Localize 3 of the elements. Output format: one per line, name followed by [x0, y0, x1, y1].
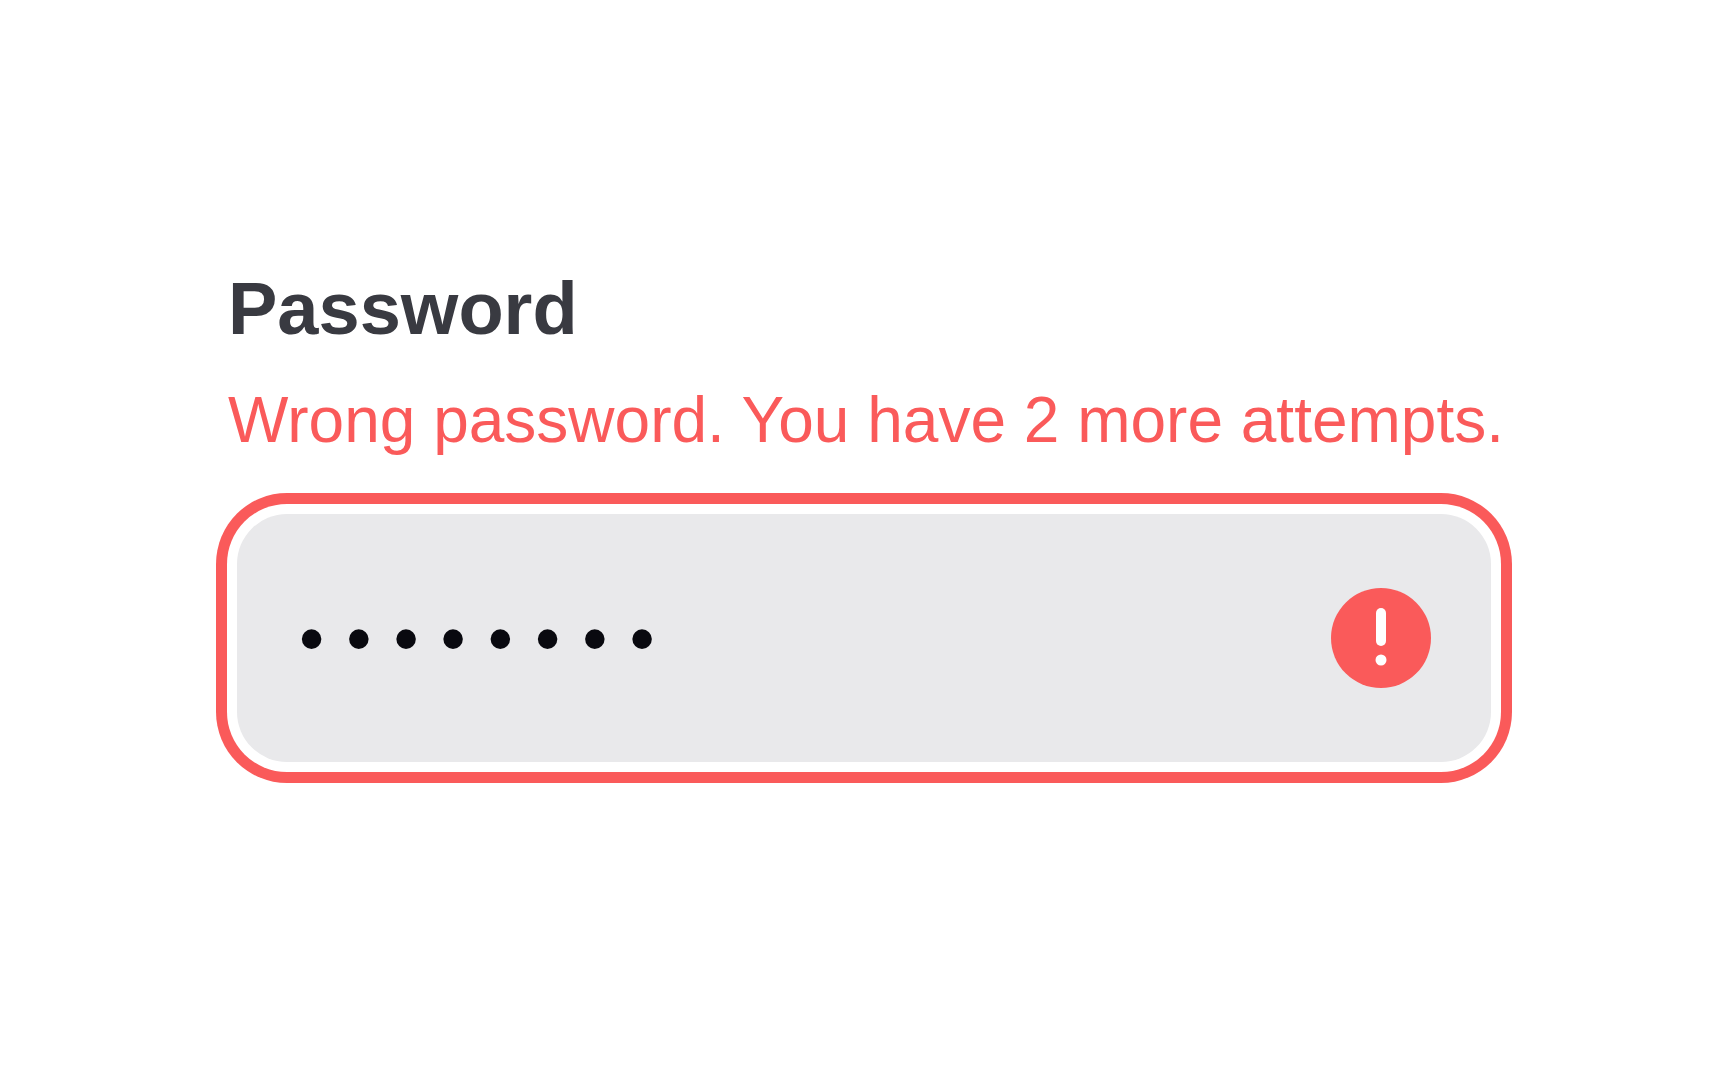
field-label: Password — [228, 272, 578, 346]
password-field[interactable]: •••••••• — [237, 514, 1491, 762]
alert-icon — [1331, 588, 1431, 688]
